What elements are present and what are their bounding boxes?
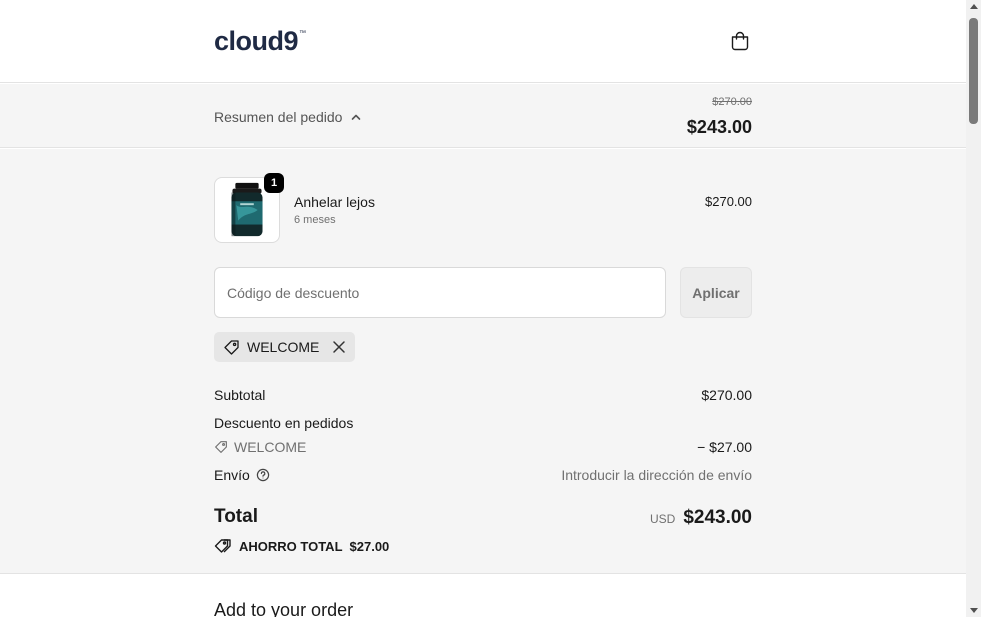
total-savings: AHORRO TOTAL $27.00: [214, 538, 389, 554]
header: cloud9™: [0, 0, 966, 83]
discount-line-code: WELCOME: [234, 439, 307, 455]
discount-line: WELCOME: [214, 439, 306, 455]
shopping-bag-icon[interactable]: [729, 30, 751, 52]
savings-value: $27.00: [349, 538, 390, 554]
help-circle-icon[interactable]: [256, 468, 270, 482]
subtotal-label: Subtotal: [214, 387, 266, 403]
scroll-down-arrow-icon[interactable]: [970, 608, 978, 613]
shipping-value: Introducir la dirección de envío: [561, 467, 752, 483]
order-summary-bar: Resumen del pedido $270.00 $243.00: [0, 84, 966, 148]
applied-discount-chip: WELCOME: [214, 332, 356, 362]
add-to-order-heading: Add to your order: [214, 600, 354, 617]
total-amount: $243.00: [683, 507, 752, 528]
order-summary-toggle[interactable]: Resumen del pedido: [214, 109, 362, 125]
remove-discount-icon[interactable]: [331, 339, 347, 355]
summary-total-price: $243.00: [686, 117, 752, 137]
total-value: USD $243.00: [650, 507, 752, 529]
scroll-up-arrow-icon[interactable]: [970, 4, 978, 9]
discount-value: − $27.00: [697, 439, 752, 455]
discount-code-input[interactable]: [214, 267, 666, 318]
product-variant: 6 meses: [294, 214, 336, 226]
checkout-page: cloud9™ Resumen del pedido $270.00 $243.…: [0, 0, 966, 617]
order-summary-label: Resumen del pedido: [214, 109, 343, 125]
original-price: $270.00: [712, 96, 752, 108]
total-label: Total: [214, 506, 258, 527]
apply-discount-button[interactable]: Aplicar: [680, 267, 752, 318]
order-discount-label: Descuento en pedidos: [214, 415, 354, 431]
product-name: Anhelar lejos: [294, 194, 375, 210]
shipping-row: Envío: [214, 467, 270, 483]
page-scrollbar[interactable]: [966, 0, 981, 617]
tag-icon: [215, 441, 227, 453]
applied-discount-code: WELCOME: [247, 339, 320, 355]
logo[interactable]: cloud9™: [214, 26, 306, 57]
tag-icon: [224, 339, 239, 355]
chevron-up-icon: [352, 114, 361, 120]
quantity-badge: 1: [264, 173, 284, 193]
savings-tag-icon: [214, 539, 231, 553]
subtotal-value: $270.00: [701, 387, 752, 403]
logo-trademark: ™: [299, 30, 306, 37]
order-summary-panel: 1 Anhelar lejos 6 meses $270.00 Aplicar …: [0, 149, 966, 574]
product-price: $270.00: [705, 194, 752, 209]
scroll-thumb[interactable]: [969, 18, 978, 124]
savings-label: AHORRO TOTAL: [239, 538, 343, 554]
total-currency: USD: [649, 512, 676, 526]
shipping-label: Envío: [214, 467, 250, 483]
logo-text: cloud9: [214, 26, 299, 56]
